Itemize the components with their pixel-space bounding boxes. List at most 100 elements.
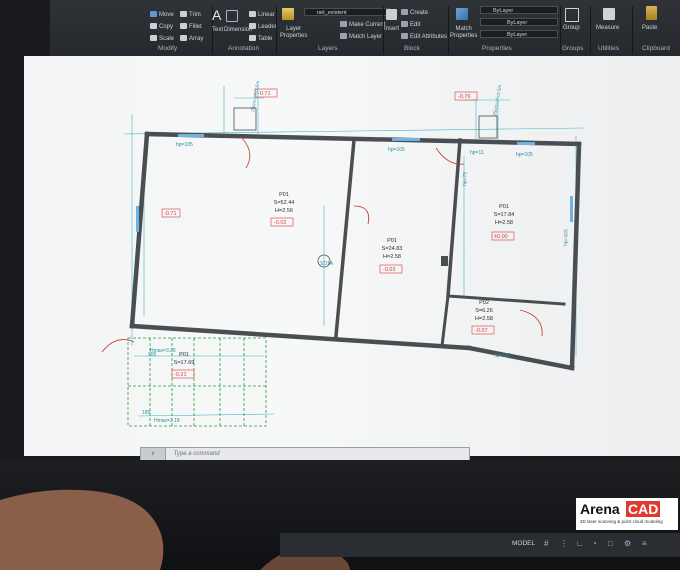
edit-block-button[interactable]: Edit bbox=[401, 21, 420, 29]
ortho-toggle-icon[interactable]: ∟ bbox=[576, 539, 584, 548]
match-properties-icon[interactable] bbox=[456, 8, 470, 22]
create-block-button[interactable]: Create bbox=[401, 9, 428, 17]
fillet-tool[interactable]: Fillet bbox=[180, 23, 202, 31]
edit-attributes-button[interactable]: Edit Attributes bbox=[401, 33, 447, 41]
linetype-dropdown[interactable]: ByLayer bbox=[480, 18, 558, 26]
dimension-texts: hp=105 hp=105 hp=11 hp=105 hp=165 Hmax=3… bbox=[142, 80, 570, 424]
match-properties-button[interactable]: Match Properties bbox=[450, 26, 477, 40]
modify-panel-label[interactable]: Modify bbox=[158, 45, 177, 52]
layer-properties-icon[interactable] bbox=[282, 8, 296, 22]
paste-button[interactable]: Paste bbox=[642, 25, 657, 32]
workspace-icon[interactable]: ⚙ bbox=[624, 539, 631, 548]
room-p01-main-name: P01 bbox=[279, 192, 289, 198]
measure-button[interactable]: Measure bbox=[596, 25, 619, 32]
command-input-placeholder: Type a command bbox=[173, 451, 220, 457]
table-button[interactable]: Table bbox=[249, 35, 272, 43]
properties-panel-label[interactable]: Properties bbox=[482, 45, 512, 52]
match-layer-icon bbox=[340, 33, 347, 39]
dimension-icon[interactable] bbox=[226, 10, 240, 24]
trim-icon bbox=[180, 11, 187, 17]
make-current-icon bbox=[340, 21, 347, 27]
dim-hp105-a: hp=105 bbox=[176, 142, 193, 148]
command-line[interactable]: ⌕ Type a command bbox=[140, 447, 470, 461]
logo-brand-a: Arena bbox=[580, 501, 620, 517]
customization-icon[interactable]: ≡ bbox=[642, 539, 647, 548]
group-button[interactable]: Group bbox=[563, 25, 580, 32]
dim-hp105-c: hp=105 bbox=[516, 152, 533, 158]
trim-tool[interactable]: Trim bbox=[180, 11, 201, 19]
grid-toggle-icon[interactable]: # bbox=[544, 539, 548, 548]
match-layer-label: Match Layer bbox=[349, 34, 383, 40]
ribbon: Move Trim Copy Fillet Scale Array Modify… bbox=[50, 0, 680, 57]
make-current-label: Make Current bbox=[349, 22, 386, 28]
clipboard-panel-label[interactable]: Clipboard bbox=[642, 45, 670, 52]
dim-hmax-b: Hmax=2.18 bbox=[154, 418, 180, 424]
group-icon[interactable] bbox=[565, 8, 581, 24]
linear-icon bbox=[249, 11, 256, 17]
pillar bbox=[441, 256, 448, 266]
logo-tagline: 3D laser scanning & point cloud modeling bbox=[580, 519, 663, 524]
level-label-frames bbox=[161, 88, 515, 379]
edit-attributes-label: Edit Attributes bbox=[410, 34, 448, 40]
copy-icon bbox=[150, 23, 157, 29]
groups-panel-label[interactable]: Groups bbox=[562, 45, 583, 52]
scale-icon bbox=[150, 35, 157, 41]
room-p01-main-height: H=2.56 bbox=[275, 208, 293, 214]
match-layer-button[interactable]: Match Layer bbox=[340, 33, 382, 41]
text-tool-icon[interactable]: A bbox=[212, 8, 221, 22]
array-tool[interactable]: Array bbox=[180, 35, 203, 43]
insert-icon[interactable] bbox=[386, 9, 399, 22]
level-left-wall: -0.71 bbox=[164, 211, 177, 217]
text-button[interactable]: Text bbox=[212, 27, 223, 34]
scale-tool[interactable]: Scale bbox=[150, 35, 174, 43]
measure-icon[interactable] bbox=[603, 8, 617, 22]
annotation-panel-label[interactable]: Annotation bbox=[228, 45, 259, 52]
panel-separator bbox=[448, 6, 449, 54]
dim-hp75: hp=75 bbox=[462, 172, 468, 186]
dim-hp165: hp=165 bbox=[494, 353, 511, 359]
layers-panel-label[interactable]: Layers bbox=[318, 45, 338, 52]
room-p01-right-level: ±0.00 bbox=[494, 234, 508, 240]
drawing-canvas[interactable]: -0.71 -0.76 -0.71 -0.02 -0.03 ±0.00 -0.0… bbox=[24, 56, 680, 456]
leader-icon bbox=[249, 23, 256, 29]
dim-hp105-right: hp=105 bbox=[563, 229, 570, 246]
edit-block-icon bbox=[401, 21, 408, 27]
table-icon bbox=[249, 35, 256, 41]
utilities-panel-label[interactable]: Utilities bbox=[598, 45, 619, 52]
floor-plan: -0.71 -0.76 -0.71 -0.02 -0.03 ±0.00 -0.0… bbox=[101, 80, 585, 427]
current-layer-name: net_existent bbox=[317, 10, 347, 16]
move-label: Move bbox=[159, 12, 174, 18]
leader-label: Leader bbox=[258, 24, 277, 30]
room-p01-center-name: P01 bbox=[387, 238, 397, 244]
room-p01-right-name: P01 bbox=[499, 204, 509, 210]
room-p01-center-level: -0.03 bbox=[383, 267, 396, 273]
room-p02-name: P02 bbox=[479, 300, 489, 306]
layer-dropdown[interactable]: net_existent bbox=[304, 8, 390, 16]
snap-toggle-icon[interactable]: ⋮ bbox=[560, 539, 568, 548]
block-panel-label[interactable]: Block bbox=[404, 45, 420, 52]
linear-dropdown[interactable]: Linear bbox=[249, 11, 275, 19]
layer-properties-button[interactable]: Layer Properties bbox=[280, 26, 307, 40]
command-prompt-icon[interactable]: ⌕ bbox=[141, 448, 166, 460]
model-tab[interactable]: MODEL bbox=[512, 540, 535, 547]
paste-icon[interactable] bbox=[646, 6, 659, 22]
polar-toggle-icon[interactable]: ◔ bbox=[592, 539, 597, 548]
osnap-toggle-icon[interactable]: □ bbox=[608, 539, 613, 548]
edit-block-label: Edit bbox=[410, 22, 421, 28]
insert-button[interactable]: Insert bbox=[384, 26, 399, 33]
table-label: Table bbox=[258, 36, 273, 42]
lineweight-dropdown[interactable]: ByLayer bbox=[480, 30, 558, 38]
room-p02-height: H=2.58 bbox=[475, 316, 493, 322]
array-label: Array bbox=[189, 36, 204, 42]
panel-separator bbox=[276, 6, 277, 54]
fillet-icon bbox=[180, 23, 187, 29]
copy-tool[interactable]: Copy bbox=[150, 23, 173, 31]
trim-label: Trim bbox=[189, 12, 201, 18]
make-current-button[interactable]: Make Current bbox=[340, 21, 385, 29]
logo-brand-b: CAD bbox=[626, 501, 661, 517]
leader-dropdown[interactable]: Leader bbox=[249, 23, 277, 31]
move-tool[interactable]: Move bbox=[150, 11, 174, 19]
color-dropdown[interactable]: ByLayer bbox=[480, 6, 558, 14]
linetype-value: ByLayer bbox=[507, 20, 528, 26]
panel-separator bbox=[632, 6, 633, 54]
